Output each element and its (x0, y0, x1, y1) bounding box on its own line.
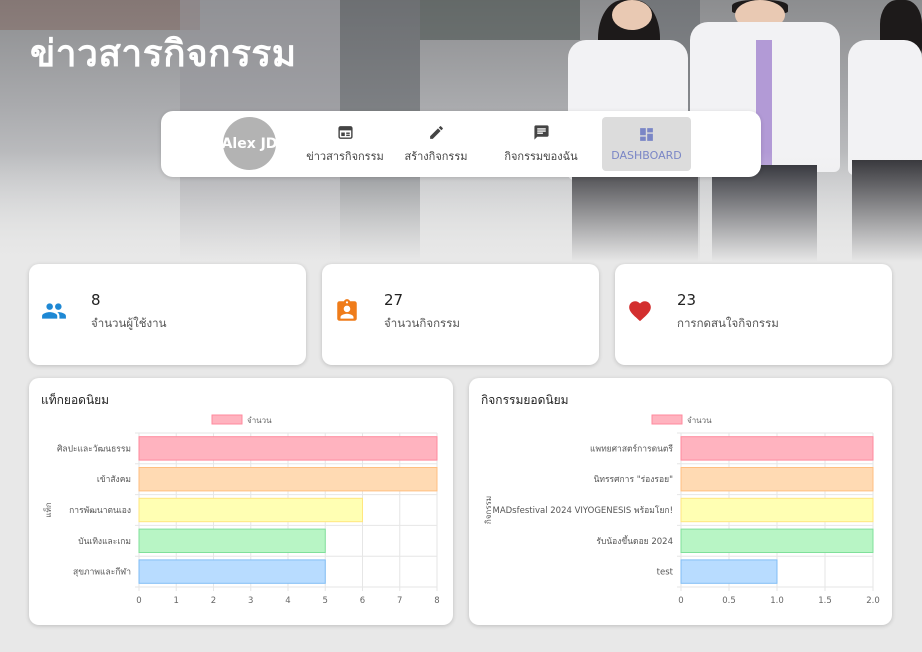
stat-value: 23 (677, 291, 697, 309)
category-label: การพัฒนาตนเอง (69, 506, 131, 516)
stat-card-interests: 23 การกดสนใจกิจกรรม (615, 264, 892, 365)
x-tick-label: 1 (174, 596, 179, 606)
bar (138, 466, 438, 492)
x-tick-label: 1.0 (770, 596, 784, 606)
popular-tags-chart: จำนวน 0 1 2 3 4 5 6 7 8 ศิลปะและวัฒนธรรมเข้าสังคมก… (43, 414, 440, 606)
chart-card-popular-activities: กิจกรรมยอดนิยม จำนวน 0 0.5 1.0 1.5 2.0 แพทยศาส… (469, 378, 892, 625)
avatar[interactable]: Alex JD (222, 117, 277, 170)
nav-item-dashboard[interactable]: DASHBOARD (602, 117, 691, 171)
x-tick-label: 7 (397, 596, 402, 606)
nav-item-label: สร้างกิจกรรม (404, 149, 468, 163)
nav-item-create[interactable]: สร้างกิจกรรม (393, 117, 479, 171)
legend-label: จำนวน (247, 416, 272, 425)
x-tick-label: 0 (136, 596, 141, 606)
stat-value: 8 (91, 291, 101, 309)
pencil-icon (429, 125, 443, 139)
x-tick-label: 0 (678, 596, 683, 606)
bar (680, 497, 874, 523)
bar (680, 466, 874, 492)
dashboard-icon (640, 128, 653, 141)
badge-icon (337, 299, 357, 321)
x-tick-label: 4 (285, 596, 290, 606)
y-axis-title: กิจกรรม (484, 496, 493, 524)
x-tick-label: 3 (248, 596, 253, 606)
x-tick-label: 5 (323, 596, 328, 606)
stat-label: จำนวนผู้ใช้งาน (91, 316, 167, 330)
category-label: MADsfestival 2024 VIYOGENESIS พร้อมโยก! (492, 505, 673, 516)
category-label: เข้าสังคม (97, 474, 131, 485)
nav-item-label: กิจกรรมของฉัน (504, 149, 578, 163)
heart-icon (629, 301, 651, 322)
x-tick-label: 0.5 (722, 596, 736, 606)
x-tick-label: 6 (360, 596, 365, 606)
nav-item-label: ข่าวสารกิจกรรม (306, 149, 384, 163)
category-label: test (657, 568, 674, 578)
message-icon (533, 124, 549, 140)
chart-card-popular-tags: แท็กยอดนิยม จำนวน 0 1 2 3 4 5 6 7 8 ศิลปะและวัฒนธร… (29, 378, 453, 625)
stat-card-activities: 27 จำนวนกิจกรรม (322, 264, 599, 365)
category-label: นิทรรศการ "ร่องรอย" (594, 475, 674, 485)
category-label: แพทยศาสตร์การดนตรี (590, 443, 673, 454)
nav-item-news[interactable]: ข่าวสารกิจกรรม (289, 117, 401, 171)
top-nav: Alex JD ข่าวสารกิจกรรม สร้างกิจกรรม กิจก… (161, 111, 761, 177)
y-axis-title: แท็ก (43, 502, 53, 517)
stat-label: จำนวนกิจกรรม (384, 316, 460, 330)
stat-value: 27 (384, 291, 404, 309)
nav-item-label: DASHBOARD (611, 149, 682, 162)
legend-swatch (651, 414, 683, 425)
popular-activities-chart: จำนวน 0 0.5 1.0 1.5 2.0 แพทยศาสตร์การดนตรีนิทร… (484, 414, 880, 606)
category-label: ศิลปะและวัฒนธรรม (57, 444, 131, 454)
x-tick-label: 2.0 (866, 596, 880, 606)
category-label: รับน้องขึ้นดอย 2024 (596, 535, 673, 547)
page-title: ข่าวสารกิจกรรม (30, 32, 297, 75)
bar (680, 559, 778, 584)
bar (138, 559, 326, 584)
x-tick-label: 1.5 (818, 596, 832, 606)
legend-swatch (211, 414, 243, 425)
hero-bg-trees (420, 0, 580, 40)
stat-card-users: 8 จำนวนผู้ใช้งาน (29, 264, 306, 365)
stat-label: การกดสนใจกิจกรรม (677, 316, 779, 330)
bar (138, 436, 438, 461)
category-label: สุขภาพและกีฬา (73, 567, 131, 578)
bar (680, 528, 874, 554)
users-icon (42, 303, 66, 319)
nav-item-my-activities[interactable]: กิจกรรมของฉัน (497, 117, 585, 171)
bar (680, 436, 874, 461)
newspaper-icon (337, 125, 353, 139)
x-tick-label: 8 (434, 596, 439, 606)
legend-label: จำนวน (687, 416, 712, 425)
x-tick-label: 2 (211, 596, 216, 606)
category-label: บันเทิงและเกม (78, 537, 131, 547)
bar (138, 497, 363, 523)
bar (138, 528, 326, 554)
